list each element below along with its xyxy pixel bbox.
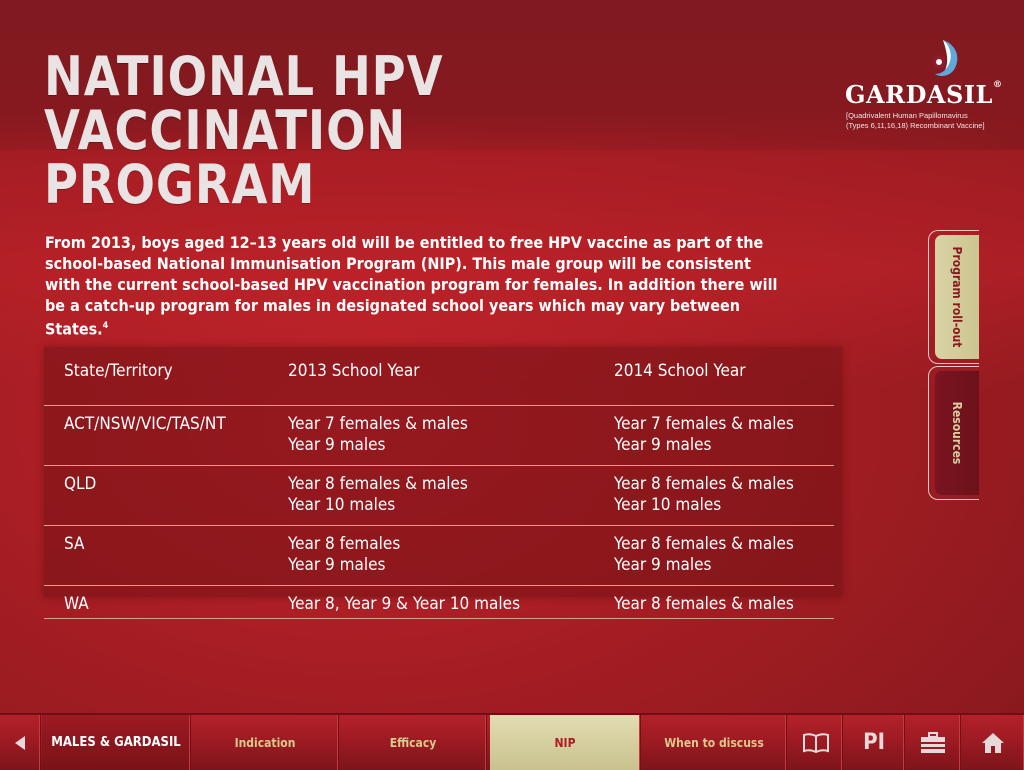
tab-program-rollout-label: Program roll-out (950, 246, 964, 348)
book-button[interactable] (790, 715, 843, 770)
logo-wordmark: GARDASIL® (845, 80, 1002, 109)
briefcase-icon (921, 731, 945, 753)
logo-sub-line-2: (Types 6,11,16,18) Recombinant Vaccine] (846, 121, 985, 130)
home-icon (982, 732, 1004, 753)
cell-line: Year 8 females & males (614, 534, 794, 554)
nav-males-gardasil[interactable]: MALES & GARDASIL (42, 715, 191, 770)
nav-indication[interactable]: Indication (192, 715, 339, 770)
cell-line: Year 9 males (288, 435, 386, 455)
cell-line: Year 9 males (614, 555, 712, 575)
title-line-1: NATIONAL HPV (44, 45, 444, 108)
cell-2013: Year 8 females & males Year 10 males (288, 466, 614, 526)
intro-paragraph: From 2013, boys aged 12–13 years old wil… (45, 232, 785, 339)
cell-state: QLD (64, 474, 97, 494)
gardasil-logo: GARDASIL® [Quadrivalent Human Papillomav… (840, 36, 1002, 136)
logo-subtitle: [Quadrivalent Human Papillomavirus (Type… (846, 111, 1016, 131)
back-arrow-icon (15, 735, 25, 750)
cell-2014: Year 8 females & males Year 9 males (614, 526, 834, 586)
table-row: WA Year 8, Year 9 & Year 10 males Year 8… (44, 586, 834, 619)
nav-nip[interactable]: NIP (490, 715, 641, 770)
intro-text: From 2013, boys aged 12–13 years old wil… (45, 233, 778, 339)
cell-line: Year 7 females & males (288, 414, 468, 434)
nav-when-to-discuss[interactable]: When to discuss (642, 715, 787, 770)
tab-program-rollout-face: Program roll-out (935, 235, 979, 359)
table-row: SA Year 8 females Year 9 males Year 8 fe… (44, 526, 834, 586)
cell-line: Year 7 females & males (614, 414, 794, 434)
cell-line: Year 8 females & males (614, 474, 794, 494)
tab-resources-label: Resources (950, 401, 964, 465)
cell-state: WA (64, 594, 89, 614)
intro-footnote: 4 (102, 321, 109, 331)
page-title: NATIONAL HPV VACCINATION PROGRAM (44, 45, 444, 216)
logo-swirl-icon (932, 40, 958, 76)
title-line-2: VACCINATION (44, 99, 407, 162)
cell-2013: Year 8, Year 9 & Year 10 males (288, 586, 614, 619)
cell-line: Year 9 males (614, 435, 712, 455)
nav-efficacy[interactable]: Efficacy (340, 715, 487, 770)
cell-2014: Year 8 females & males Year 10 males (614, 466, 834, 526)
briefcase-button[interactable] (906, 715, 961, 770)
cell-line: Year 10 males (614, 495, 722, 515)
header-state: State/Territory (64, 361, 173, 381)
tab-program-rollout[interactable]: Program roll-out (928, 230, 979, 364)
schedule-table-panel: State/Territory 2013 School Year 2014 Sc… (44, 347, 842, 619)
cell-line: Year 8 females (288, 534, 401, 554)
cell-2013: Year 7 females & males Year 9 males (288, 406, 614, 466)
book-icon (803, 732, 829, 753)
cell-state: SA (64, 534, 85, 554)
nav-pi[interactable]: PI (844, 715, 905, 770)
tab-resources-face: Resources (935, 371, 979, 495)
cell-line: Year 10 males (288, 495, 396, 515)
table-row: QLD Year 8 females & males Year 10 males… (44, 466, 834, 526)
title-line-3: PROGRAM (44, 153, 316, 216)
cell-line: Year 8 females & males (288, 474, 468, 494)
bottom-navbar: MALES & GARDASIL Indication Efficacy NIP… (0, 713, 1024, 770)
tab-resources[interactable]: Resources (928, 366, 979, 500)
cell-2013: Year 8 females Year 9 males (288, 526, 614, 586)
cell-2014: Year 8 females & males (614, 586, 834, 619)
logo-word: GARDASIL (845, 80, 993, 109)
cell-line: Year 9 males (288, 555, 386, 575)
schedule-table: State/Territory 2013 School Year 2014 Sc… (44, 347, 834, 619)
cell-line: Year 8 females & males (614, 594, 794, 614)
cell-state: ACT/NSW/VIC/TAS/NT (64, 414, 226, 434)
cell-line: Year 8, Year 9 & Year 10 males (288, 594, 521, 614)
logo-sub-line-1: [Quadrivalent Human Papillomavirus (846, 111, 968, 120)
logo-registered: ® (992, 80, 1003, 90)
home-button[interactable] (962, 715, 1024, 770)
table-row: ACT/NSW/VIC/TAS/NT Year 7 females & male… (44, 406, 834, 466)
back-button[interactable] (0, 715, 41, 770)
header-2014: 2014 School Year (614, 361, 746, 381)
cell-2014: Year 7 females & males Year 9 males (614, 406, 834, 466)
header-2013: 2013 School Year (288, 361, 420, 381)
table-header-row: State/Territory 2013 School Year 2014 Sc… (44, 347, 834, 406)
